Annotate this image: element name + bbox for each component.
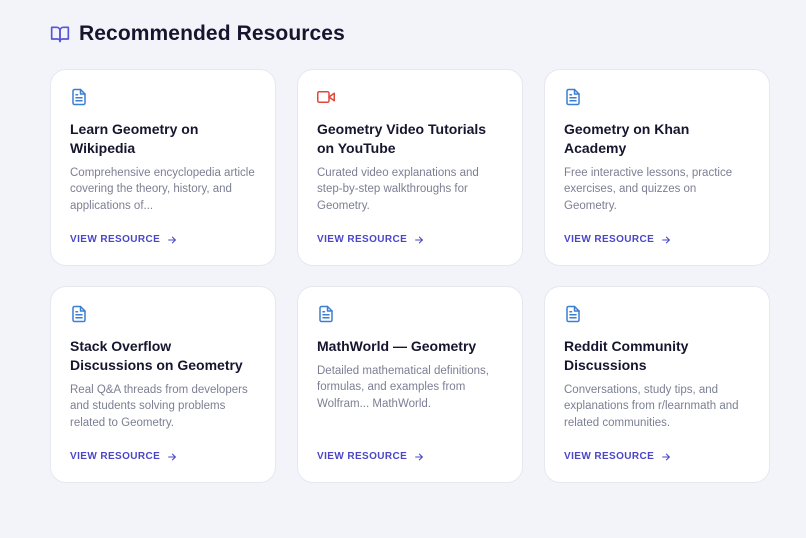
card-description: Free interactive lessons, practice exerc… [564,167,733,212]
section-header: Recommended Resources [50,22,345,46]
link-label: VIEW RESOURCE [70,451,161,462]
view-resource-link[interactable]: VIEW RESOURCE [317,234,424,245]
document-icon [70,305,257,323]
document-icon [564,305,751,323]
arrow-right-icon [167,235,177,245]
document-icon [564,88,751,106]
view-resource-link[interactable]: VIEW RESOURCE [317,451,424,462]
link-label: VIEW RESOURCE [564,451,655,462]
card-title: Reddit Community Discussions [564,338,689,373]
resources-page: Recommended Resources Learn Geometry on … [0,0,806,538]
link-label: VIEW RESOURCE [564,234,655,245]
arrow-right-icon [414,452,424,462]
card-description: Real Q&A threads from developers and stu… [70,384,248,429]
card-description: Detailed mathematical definitions, formu… [317,365,489,410]
resource-card-reddit: Reddit Community Discussions Conversatio… [544,286,770,483]
video-icon [317,88,504,106]
view-resource-link[interactable]: VIEW RESOURCE [564,451,671,462]
section-title: Recommended Resources [79,22,345,45]
resource-card-khan-academy: Geometry on Khan Academy Free interactiv… [544,69,770,266]
view-resource-link[interactable]: VIEW RESOURCE [70,451,177,462]
card-description: Conversations, study tips, and explanati… [564,384,739,429]
link-label: VIEW RESOURCE [317,234,408,245]
card-description: Curated video explanations and step-by-s… [317,167,479,212]
book-open-icon [50,24,70,44]
resource-grid: Learn Geometry on Wikipedia Comprehensiv… [50,69,770,483]
arrow-right-icon [414,235,424,245]
resource-card-wikipedia: Learn Geometry on Wikipedia Comprehensiv… [50,69,276,266]
view-resource-link[interactable]: VIEW RESOURCE [564,234,671,245]
arrow-right-icon [661,235,671,245]
card-title: Geometry on Khan Academy [564,121,690,156]
document-icon [70,88,257,106]
card-description: Comprehensive encyclopedia article cover… [70,167,255,212]
arrow-right-icon [167,452,177,462]
view-resource-link[interactable]: VIEW RESOURCE [70,234,177,245]
link-label: VIEW RESOURCE [70,234,161,245]
document-icon [317,305,504,323]
resource-card-stack-overflow: Stack Overflow Discussions on Geometry R… [50,286,276,483]
resource-card-youtube: Geometry Video Tutorials on YouTube Cura… [297,69,523,266]
card-title: Stack Overflow Discussions on Geometry [70,338,243,373]
arrow-right-icon [661,452,671,462]
card-title: MathWorld — Geometry [317,338,477,354]
resource-card-mathworld: MathWorld — Geometry Detailed mathematic… [297,286,523,483]
link-label: VIEW RESOURCE [317,451,408,462]
card-title: Learn Geometry on Wikipedia [70,121,199,156]
card-title: Geometry Video Tutorials on YouTube [317,121,487,156]
